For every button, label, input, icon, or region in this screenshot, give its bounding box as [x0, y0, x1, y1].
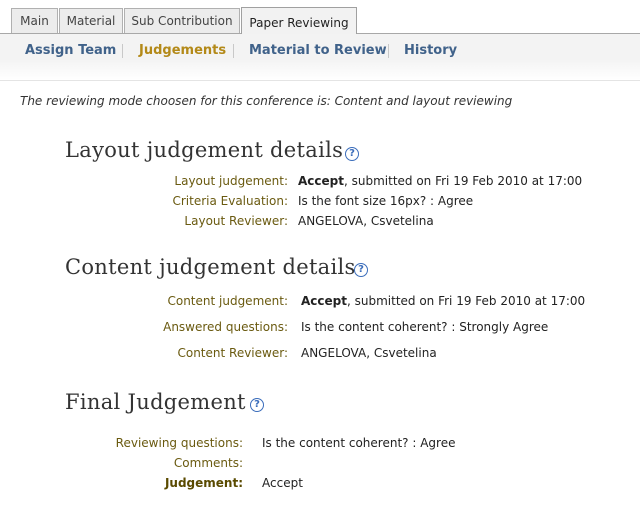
subnav-history[interactable]: History: [404, 43, 457, 58]
final-judgement-value: Accept: [262, 476, 303, 490]
tab-material[interactable]: Material: [59, 8, 123, 33]
criteria-evaluation-label: Criteria Evaluation:: [172, 194, 288, 208]
subnav-assign-team[interactable]: Assign Team: [25, 43, 116, 58]
reviewing-questions-label: Reviewing questions:: [115, 436, 243, 450]
content-section-title: Content judgement details: [65, 255, 356, 279]
layout-judgement-label: Layout judgement:: [174, 174, 288, 188]
answered-questions-value: Is the content coherent? : Strongly Agre…: [301, 320, 549, 334]
final-section-title: Final Judgement: [65, 390, 246, 414]
criteria-evaluation-value: Is the font size 16px? : Agree: [298, 194, 474, 208]
layout-reviewer-label: Layout Reviewer:: [184, 214, 288, 228]
content-judgement-decision: Accept: [301, 294, 347, 308]
content-judgement-submitted: , submitted on Fri 19 Feb 2010 at 17:00: [346, 294, 586, 308]
subnav-separator: [388, 44, 389, 58]
layout-judgement-value: Accept, submitted on Fri 19 Feb 2010 at …: [298, 174, 582, 188]
sub-navigation: Assign Team Judgements Material to Revie…: [0, 34, 640, 81]
tab-main[interactable]: Main: [11, 8, 58, 33]
subnav-judgements[interactable]: Judgements: [139, 43, 226, 58]
comments-label: Comments:: [173, 456, 243, 470]
content-reviewer-value: ANGELOVA, Csvetelina: [301, 346, 437, 360]
help-icon[interactable]: ?: [354, 263, 368, 277]
reviewing-mode-note: The reviewing mode choosen for this conf…: [20, 94, 513, 108]
answered-questions-label: Answered questions:: [163, 320, 288, 334]
subnav-separator: [233, 44, 234, 58]
help-icon[interactable]: ?: [345, 147, 359, 161]
tab-paper-reviewing[interactable]: Paper Reviewing: [241, 7, 357, 34]
layout-judgement-submitted: , submitted on Fri 19 Feb 2010 at 17:00: [343, 174, 583, 188]
content-judgement-label: Content judgement:: [167, 294, 288, 308]
help-icon[interactable]: ?: [250, 398, 264, 412]
tab-sub-contribution[interactable]: Sub Contribution: [124, 8, 240, 33]
layout-judgement-decision: Accept: [298, 174, 344, 188]
reviewing-questions-value: Is the content coherent? : Agree: [262, 436, 456, 450]
subnav-separator: [122, 44, 123, 58]
subnav-material-to-review[interactable]: Material to Review: [249, 43, 387, 58]
content-judgement-value: Accept, submitted on Fri 19 Feb 2010 at …: [301, 294, 585, 308]
final-judgement-label: Judgement:: [164, 476, 243, 490]
content-reviewer-label: Content Reviewer:: [177, 346, 288, 360]
tab-bar: Main Material Sub Contribution Paper Rev…: [0, 0, 640, 34]
layout-reviewer-value: ANGELOVA, Csvetelina: [298, 214, 434, 228]
layout-section-title: Layout judgement details: [65, 138, 344, 162]
